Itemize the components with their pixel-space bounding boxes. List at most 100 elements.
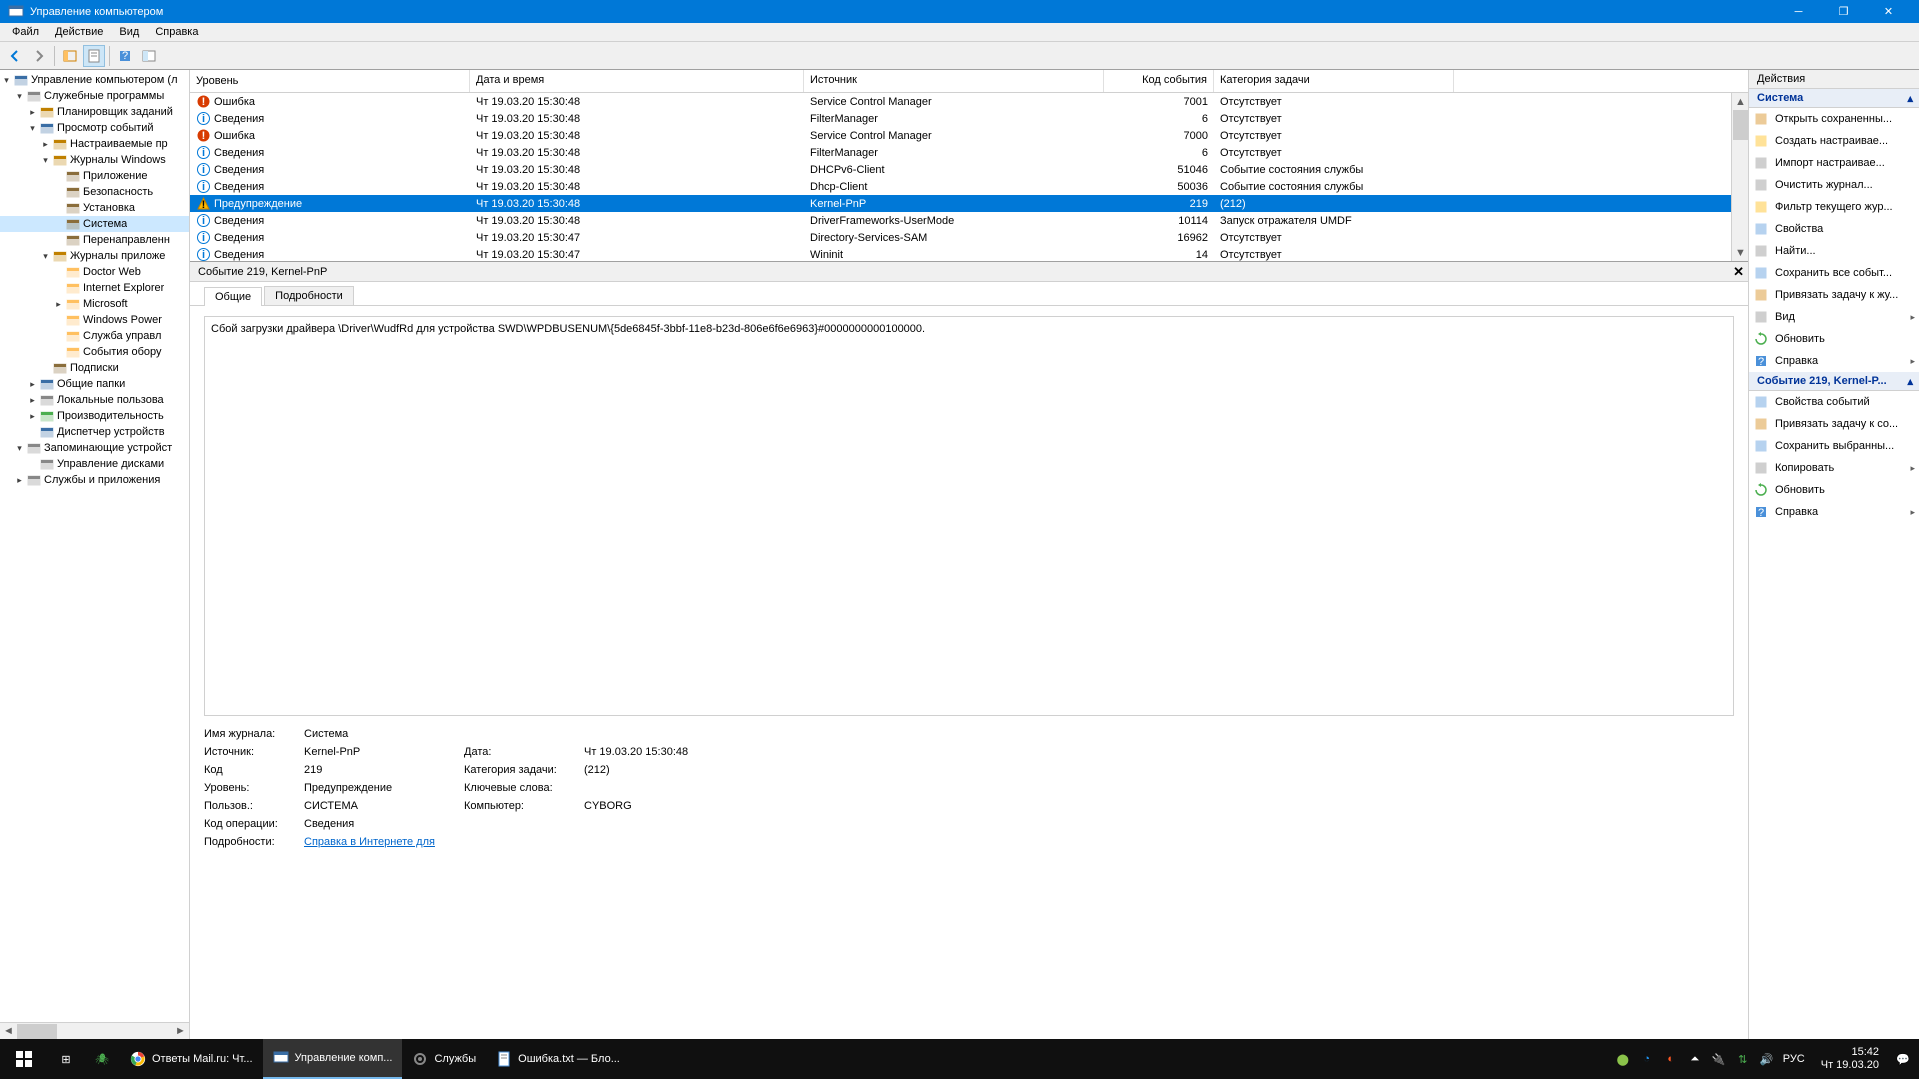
action-item[interactable]: Привязать задачу к жу...: [1749, 284, 1919, 306]
tray-chevron-icon[interactable]: ⏶: [1687, 1051, 1703, 1067]
expander-icon[interactable]: ▾: [39, 251, 52, 262]
tree-item[interactable]: Windows Power: [0, 312, 189, 328]
taskbar-item[interactable]: Управление комп...: [263, 1039, 403, 1079]
tree-item[interactable]: ▸Настраиваемые пр: [0, 136, 189, 152]
tree-item[interactable]: ▸Планировщик заданий: [0, 104, 189, 120]
tree-item[interactable]: ▸Локальные пользова: [0, 392, 189, 408]
expander-icon[interactable]: ▾: [26, 123, 39, 134]
show-hide-tree-button[interactable]: [59, 45, 81, 67]
tree-item[interactable]: Подписки: [0, 360, 189, 376]
tree-item[interactable]: ▾Просмотр событий: [0, 120, 189, 136]
expander-icon[interactable]: ▾: [13, 91, 26, 102]
action-item[interactable]: Вид▸: [1749, 306, 1919, 328]
event-list-vertical-scrollbar[interactable]: ▲▼: [1731, 93, 1748, 261]
tray-icon[interactable]: ◐: [1663, 1051, 1679, 1067]
tray-language[interactable]: РУС: [1783, 1053, 1805, 1065]
column-eventid[interactable]: Код события: [1104, 70, 1214, 92]
tray-icon[interactable]: ◔: [1639, 1051, 1655, 1067]
tree-item[interactable]: Система: [0, 216, 189, 232]
tree-item[interactable]: Установка: [0, 200, 189, 216]
tray-volume-icon[interactable]: 🔊: [1759, 1051, 1775, 1067]
tab-details[interactable]: Подробности: [264, 286, 354, 305]
column-source[interactable]: Источник: [804, 70, 1104, 92]
action-item[interactable]: Сохранить выбранны...: [1749, 435, 1919, 457]
help-button[interactable]: ?: [114, 45, 136, 67]
start-button[interactable]: [0, 1039, 48, 1079]
tray-network-icon[interactable]: 🔌: [1711, 1051, 1727, 1067]
menu-file[interactable]: Файл: [4, 24, 47, 40]
tree-item[interactable]: Безопасность: [0, 184, 189, 200]
event-row[interactable]: iСведенияЧт 19.03.20 15:30:48Dhcp-Client…: [190, 178, 1748, 195]
taskbar-item[interactable]: Ошибка.txt — Бло...: [486, 1039, 630, 1079]
event-row[interactable]: iСведенияЧт 19.03.20 15:30:48FilterManag…: [190, 110, 1748, 127]
taskbar-item[interactable]: Ответы Mail.ru: Чт...: [120, 1039, 263, 1079]
event-row[interactable]: iСведенияЧт 19.03.20 15:30:47Directory-S…: [190, 229, 1748, 246]
event-row[interactable]: !ПредупреждениеЧт 19.03.20 15:30:48Kerne…: [190, 195, 1748, 212]
action-item[interactable]: Открыть сохраненны...: [1749, 108, 1919, 130]
tray-icon[interactable]: ⬤: [1615, 1051, 1631, 1067]
action-item[interactable]: Очистить журнал...: [1749, 174, 1919, 196]
action-item[interactable]: Импорт настраивае...: [1749, 152, 1919, 174]
event-row[interactable]: iСведенияЧт 19.03.20 15:30:48DriverFrame…: [190, 212, 1748, 229]
tree-item[interactable]: ▸Службы и приложения: [0, 472, 189, 488]
menu-action[interactable]: Действие: [47, 24, 111, 40]
tree-item[interactable]: Перенаправленн: [0, 232, 189, 248]
notifications-icon[interactable]: 💬: [1895, 1051, 1911, 1067]
event-row[interactable]: !ОшибкаЧт 19.03.20 15:30:48Service Contr…: [190, 127, 1748, 144]
action-item[interactable]: Сохранить все событ...: [1749, 262, 1919, 284]
tree-item[interactable]: ▾Журналы приложе: [0, 248, 189, 264]
expander-icon[interactable]: ▸: [26, 107, 39, 118]
taskview-button[interactable]: ⊞: [48, 1039, 84, 1079]
tree-item[interactable]: ▾Запоминающие устройст: [0, 440, 189, 456]
menu-view[interactable]: Вид: [111, 24, 147, 40]
tree-item[interactable]: Диспетчер устройств: [0, 424, 189, 440]
action-item[interactable]: Обновить: [1749, 479, 1919, 501]
moreinfo-link[interactable]: Справка в Интернете для: [304, 836, 454, 848]
column-category[interactable]: Категория задачи: [1214, 70, 1454, 92]
tree-item[interactable]: ▸Общие папки: [0, 376, 189, 392]
taskbar-item[interactable]: Службы: [402, 1039, 486, 1079]
back-button[interactable]: [4, 45, 26, 67]
tree-item[interactable]: Управление дисками: [0, 456, 189, 472]
expander-icon[interactable]: ▸: [52, 299, 65, 310]
event-row[interactable]: iСведенияЧт 19.03.20 15:30:48FilterManag…: [190, 144, 1748, 161]
expander-icon[interactable]: ▾: [13, 443, 26, 454]
tree-item[interactable]: События обору: [0, 344, 189, 360]
tray-usb-icon[interactable]: ⇅: [1735, 1051, 1751, 1067]
expander-icon[interactable]: ▸: [26, 379, 39, 390]
expander-icon[interactable]: ▸: [13, 475, 26, 486]
column-level[interactable]: Уровень: [190, 70, 470, 92]
column-date[interactable]: Дата и время: [470, 70, 804, 92]
forward-button[interactable]: [28, 45, 50, 67]
expander-icon[interactable]: ▸: [26, 395, 39, 406]
action-item[interactable]: Свойства: [1749, 218, 1919, 240]
tree-item[interactable]: ▾Управление компьютером (л: [0, 72, 189, 88]
maximize-button[interactable]: ❐: [1821, 0, 1866, 23]
expander-icon[interactable]: ▾: [0, 75, 13, 86]
expander-icon[interactable]: ▸: [39, 139, 52, 150]
tree-horizontal-scrollbar[interactable]: ◄►: [0, 1022, 189, 1039]
action-item[interactable]: Привязать задачу к со...: [1749, 413, 1919, 435]
action-item[interactable]: ?Справка▸: [1749, 501, 1919, 523]
tree-item[interactable]: Служба управл: [0, 328, 189, 344]
taskbar-clock[interactable]: 15:42 Чт 19.03.20: [1813, 1046, 1887, 1072]
tree-item[interactable]: Приложение: [0, 168, 189, 184]
close-button[interactable]: ✕: [1866, 0, 1911, 23]
tree-item[interactable]: ▾Служебные программы: [0, 88, 189, 104]
action-item[interactable]: Обновить: [1749, 328, 1919, 350]
action-item[interactable]: ?Справка▸: [1749, 350, 1919, 372]
action-item[interactable]: Свойства событий: [1749, 391, 1919, 413]
properties-button[interactable]: [83, 45, 105, 67]
action-item[interactable]: Создать настраивае...: [1749, 130, 1919, 152]
expander-icon[interactable]: ▸: [26, 411, 39, 422]
tab-general[interactable]: Общие: [204, 287, 262, 306]
tree-item[interactable]: ▾Журналы Windows: [0, 152, 189, 168]
event-row[interactable]: !ОшибкаЧт 19.03.20 15:30:48Service Contr…: [190, 93, 1748, 110]
refresh-button[interactable]: [138, 45, 160, 67]
minimize-button[interactable]: ─: [1776, 0, 1821, 23]
expander-icon[interactable]: ▾: [39, 155, 52, 166]
action-item[interactable]: Фильтр текущего жур...: [1749, 196, 1919, 218]
menu-help[interactable]: Справка: [147, 24, 206, 40]
detail-close-button[interactable]: ✕: [1733, 264, 1744, 280]
tree-item[interactable]: ▸Производительность: [0, 408, 189, 424]
